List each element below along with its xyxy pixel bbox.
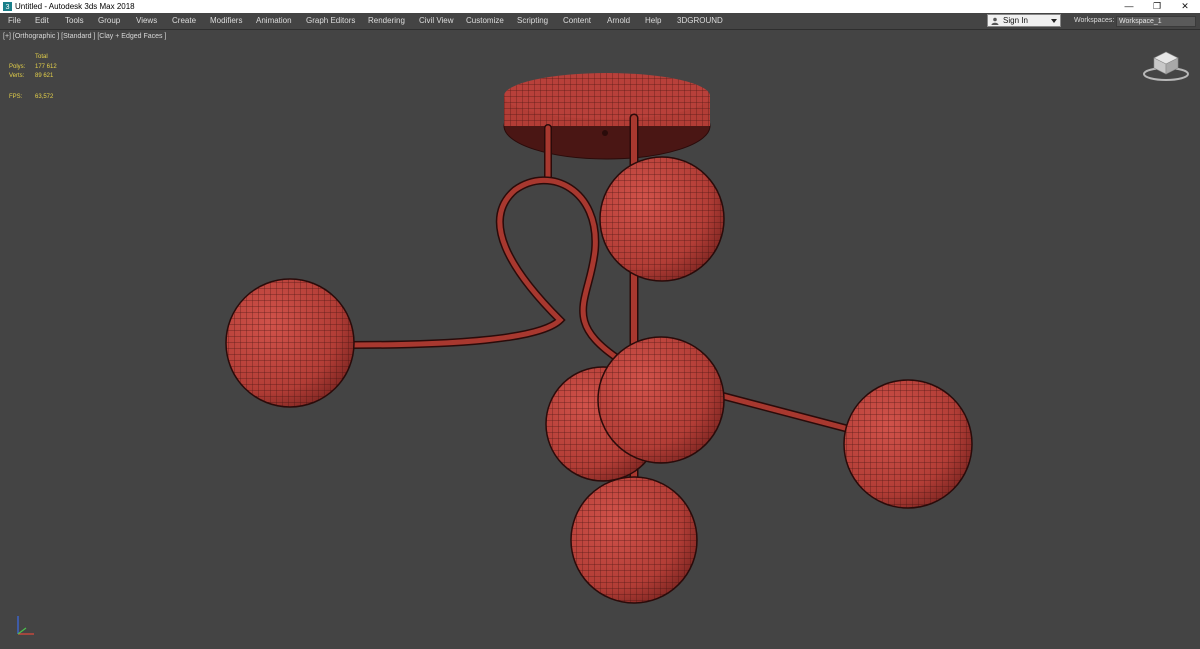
stats-header: Total: [35, 54, 48, 60]
menu-group[interactable]: Group: [98, 13, 120, 29]
stats-verts-label: Verts:: [9, 73, 25, 79]
user-icon: [991, 17, 999, 25]
menu-tools[interactable]: Tools: [65, 13, 84, 29]
menu-customize[interactable]: Customize: [466, 13, 504, 29]
menu-civil-view[interactable]: Civil View: [419, 13, 454, 29]
workspaces-value: Workspace_1: [1119, 18, 1162, 25]
sign-in-label: Sign In: [1003, 16, 1028, 25]
menu-modifiers[interactable]: Modifiers: [210, 13, 242, 29]
globe-center: [597, 336, 725, 464]
menu-animation[interactable]: Animation: [256, 13, 292, 29]
menu-views[interactable]: Views: [136, 13, 157, 29]
workspaces-label: Workspaces:: [1074, 17, 1115, 24]
axis-tripod-icon: [17, 616, 34, 635]
svg-text:3: 3: [6, 2, 10, 11]
stats-fps-label: FPS:: [9, 94, 23, 100]
menu-scripting[interactable]: Scripting: [517, 13, 548, 29]
canopy: [503, 73, 711, 160]
globe-bottom: [570, 476, 698, 604]
restore-button[interactable]: ❐: [1143, 0, 1171, 13]
globe-left: [225, 278, 355, 408]
menu-3dground[interactable]: 3DGROUND: [677, 13, 723, 29]
menu-create[interactable]: Create: [172, 13, 196, 29]
viewport-label[interactable]: [+] [Orthographic ] [Standard ] [Clay + …: [3, 33, 166, 40]
viewcube-icon[interactable]: [1142, 48, 1190, 82]
menu-rendering[interactable]: Rendering: [368, 13, 405, 29]
sign-in-dropdown[interactable]: Sign In: [987, 14, 1061, 27]
close-button[interactable]: ✕: [1171, 0, 1199, 13]
globe-top: [599, 156, 725, 282]
stats-polys-value: 177 612: [35, 64, 57, 70]
app-icon: 3: [3, 2, 12, 11]
chandelier-model[interactable]: [0, 30, 1200, 649]
title-bar: 3 Untitled - Autodesk 3ds Max 2018 — ❐ ✕: [0, 0, 1200, 13]
menu-help[interactable]: Help: [645, 13, 661, 29]
globe-right: [843, 379, 973, 509]
menu-content[interactable]: Content: [563, 13, 591, 29]
workspaces-select[interactable]: Workspace_1: [1116, 16, 1196, 27]
minimize-button[interactable]: —: [1115, 0, 1143, 13]
menu-graph-editors[interactable]: Graph Editors: [306, 13, 355, 29]
dropdown-caret-icon: [1051, 19, 1057, 23]
stats-verts-value: 89 621: [35, 73, 54, 79]
menu-file[interactable]: File: [8, 13, 21, 29]
window-title: Untitled - Autodesk 3ds Max 2018: [15, 2, 135, 11]
stats-fps-value: 63,572: [35, 94, 54, 100]
stats-polys-label: Polys:: [9, 64, 26, 70]
menu-arnold[interactable]: Arnold: [607, 13, 630, 29]
menu-edit[interactable]: Edit: [35, 13, 49, 29]
